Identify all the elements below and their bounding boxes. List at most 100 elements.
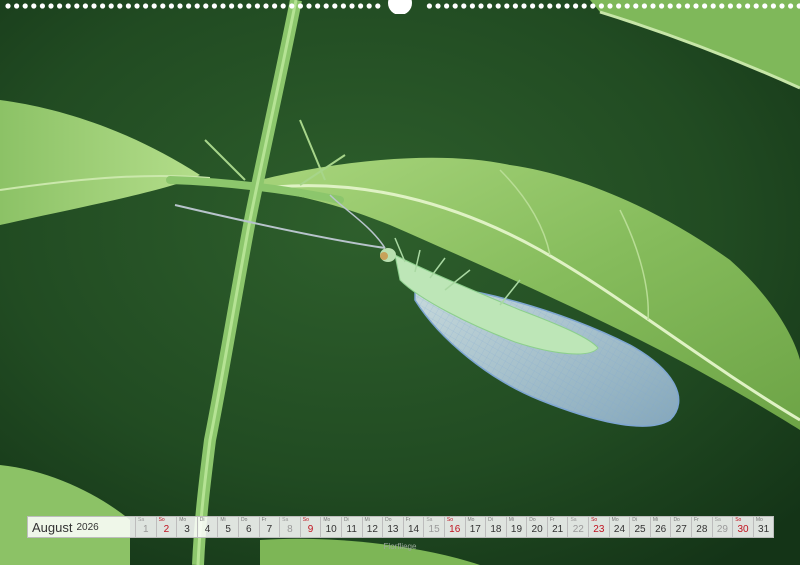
calendar-weekday: Sa [282,517,289,523]
binding-hole [487,3,493,9]
binding-hole [332,3,338,9]
binding-hole [538,3,544,9]
month-label: August 2026 [27,516,136,538]
calendar-weekday: Mo [755,517,763,523]
binding-hole [211,3,217,9]
calendar-day: Di 11 [341,516,363,538]
calendar-day-number: 21 [552,524,564,535]
binding-hole [177,3,183,9]
calendar-day: Sa 15 [424,516,445,538]
calendar-weekday: Do [385,517,392,523]
binding-hole [641,3,648,9]
calendar-day: Fr 21 [547,516,569,538]
calendar-weekday: Mi [508,517,514,523]
calendar-day: Sa 29 [712,516,734,538]
calendar-day: Mo 31 [753,516,775,538]
binding-hole [82,3,88,9]
calendar-day: So 9 [300,516,322,538]
binding-hole [349,3,355,9]
binding-hole [719,3,725,9]
calendar-weekday: So [591,517,598,523]
calendar-day-number: 23 [593,524,605,535]
calendar-day-number: 12 [366,524,378,535]
binding-hole [736,3,742,9]
calendar-day: Do 13 [383,516,404,538]
binding-hole [5,3,11,9]
binding-hole [796,3,800,9]
calendar-day-number: 1 [143,524,149,535]
binding-hole [788,3,794,9]
binding-hole [272,3,278,9]
calendar-day: So 2 [156,516,178,538]
binding-hole [667,3,673,9]
binding-hole [125,3,131,9]
binding-hole [57,3,63,9]
binding-hole [581,3,587,9]
binding-hole [117,3,123,9]
calendar-weekday: Do [529,517,536,523]
calendar-weekday: So [446,517,454,523]
binding-hole [375,3,381,9]
calendar-day: Di 25 [630,516,651,538]
calendar-day-number: 14 [407,524,420,535]
calendar-day-number: 13 [387,524,399,535]
calendar-weekday: Do [673,517,680,523]
binding-hole [297,3,303,9]
binding-hole [624,3,630,9]
binding-hole [65,3,71,9]
calendar-day-number: 20 [531,524,543,535]
binding-hole [745,3,751,9]
binding-hole [160,3,166,9]
binding-hole [168,3,174,9]
binding-hole [702,3,708,9]
binding-hole [598,3,605,9]
calendar-day-number: 8 [287,524,293,535]
calendar-weekday: So [735,517,742,523]
binding-hole [676,3,682,9]
calendar-day: Do 6 [238,516,260,538]
binding-hole [289,3,295,9]
binding-hole [39,3,46,9]
binding-hole [100,3,106,9]
calendar-day: Sa 8 [280,516,301,538]
calendar-day-number: 27 [675,524,687,535]
calendar-day-number: 10 [325,524,337,535]
calendar-weekday: Mi [220,517,226,523]
binding-hole [753,3,759,9]
calendar-weekday: Mo [179,517,187,523]
calendar-day: Fr 14 [403,516,425,538]
binding-hole [74,3,80,9]
binding-hole [31,3,37,9]
binding-hole [633,3,639,9]
binding-hole [684,3,691,9]
calendar-weekday: Mo [467,517,475,523]
binding-hole [280,3,286,9]
calendar-weekday: Do [240,517,248,523]
binding-hole [220,3,226,9]
calendar-day: Fr 28 [692,516,713,538]
calendar-weekday: Di [343,517,349,523]
binding-hole [727,3,734,9]
calendar-day: Mo 10 [321,516,342,538]
binding-hole [504,3,510,9]
calendar-weekday: Fr [549,517,555,523]
calendar-strip: August 2026 Sa 1 So 2 Mo 3 Di 4 Mi 5 Do 6 Fr 7 Sa 8 So 9 M… [27,516,775,538]
calendar-weekday: So [158,517,165,523]
calendar-weekday: Sa [570,517,577,523]
binding-hole [616,3,622,9]
calendar-day-number: 3 [184,524,190,535]
binding-hole [659,3,665,9]
binding-hole [770,3,777,9]
binding-hole [366,3,372,9]
calendar-day: Do 27 [671,516,693,538]
binding-hole [306,3,312,9]
calendar-day: Fr 7 [259,516,281,538]
calendar-day: Di 18 [486,516,507,538]
calendar-day-number: 18 [490,524,502,535]
calendar-day: Sa 1 [136,516,157,538]
calendar-day: Mo 24 [609,516,631,538]
binding-hole [564,3,570,9]
binding-hole [573,3,579,9]
binding-hole [134,3,140,9]
month-year: 2026 [76,521,99,533]
